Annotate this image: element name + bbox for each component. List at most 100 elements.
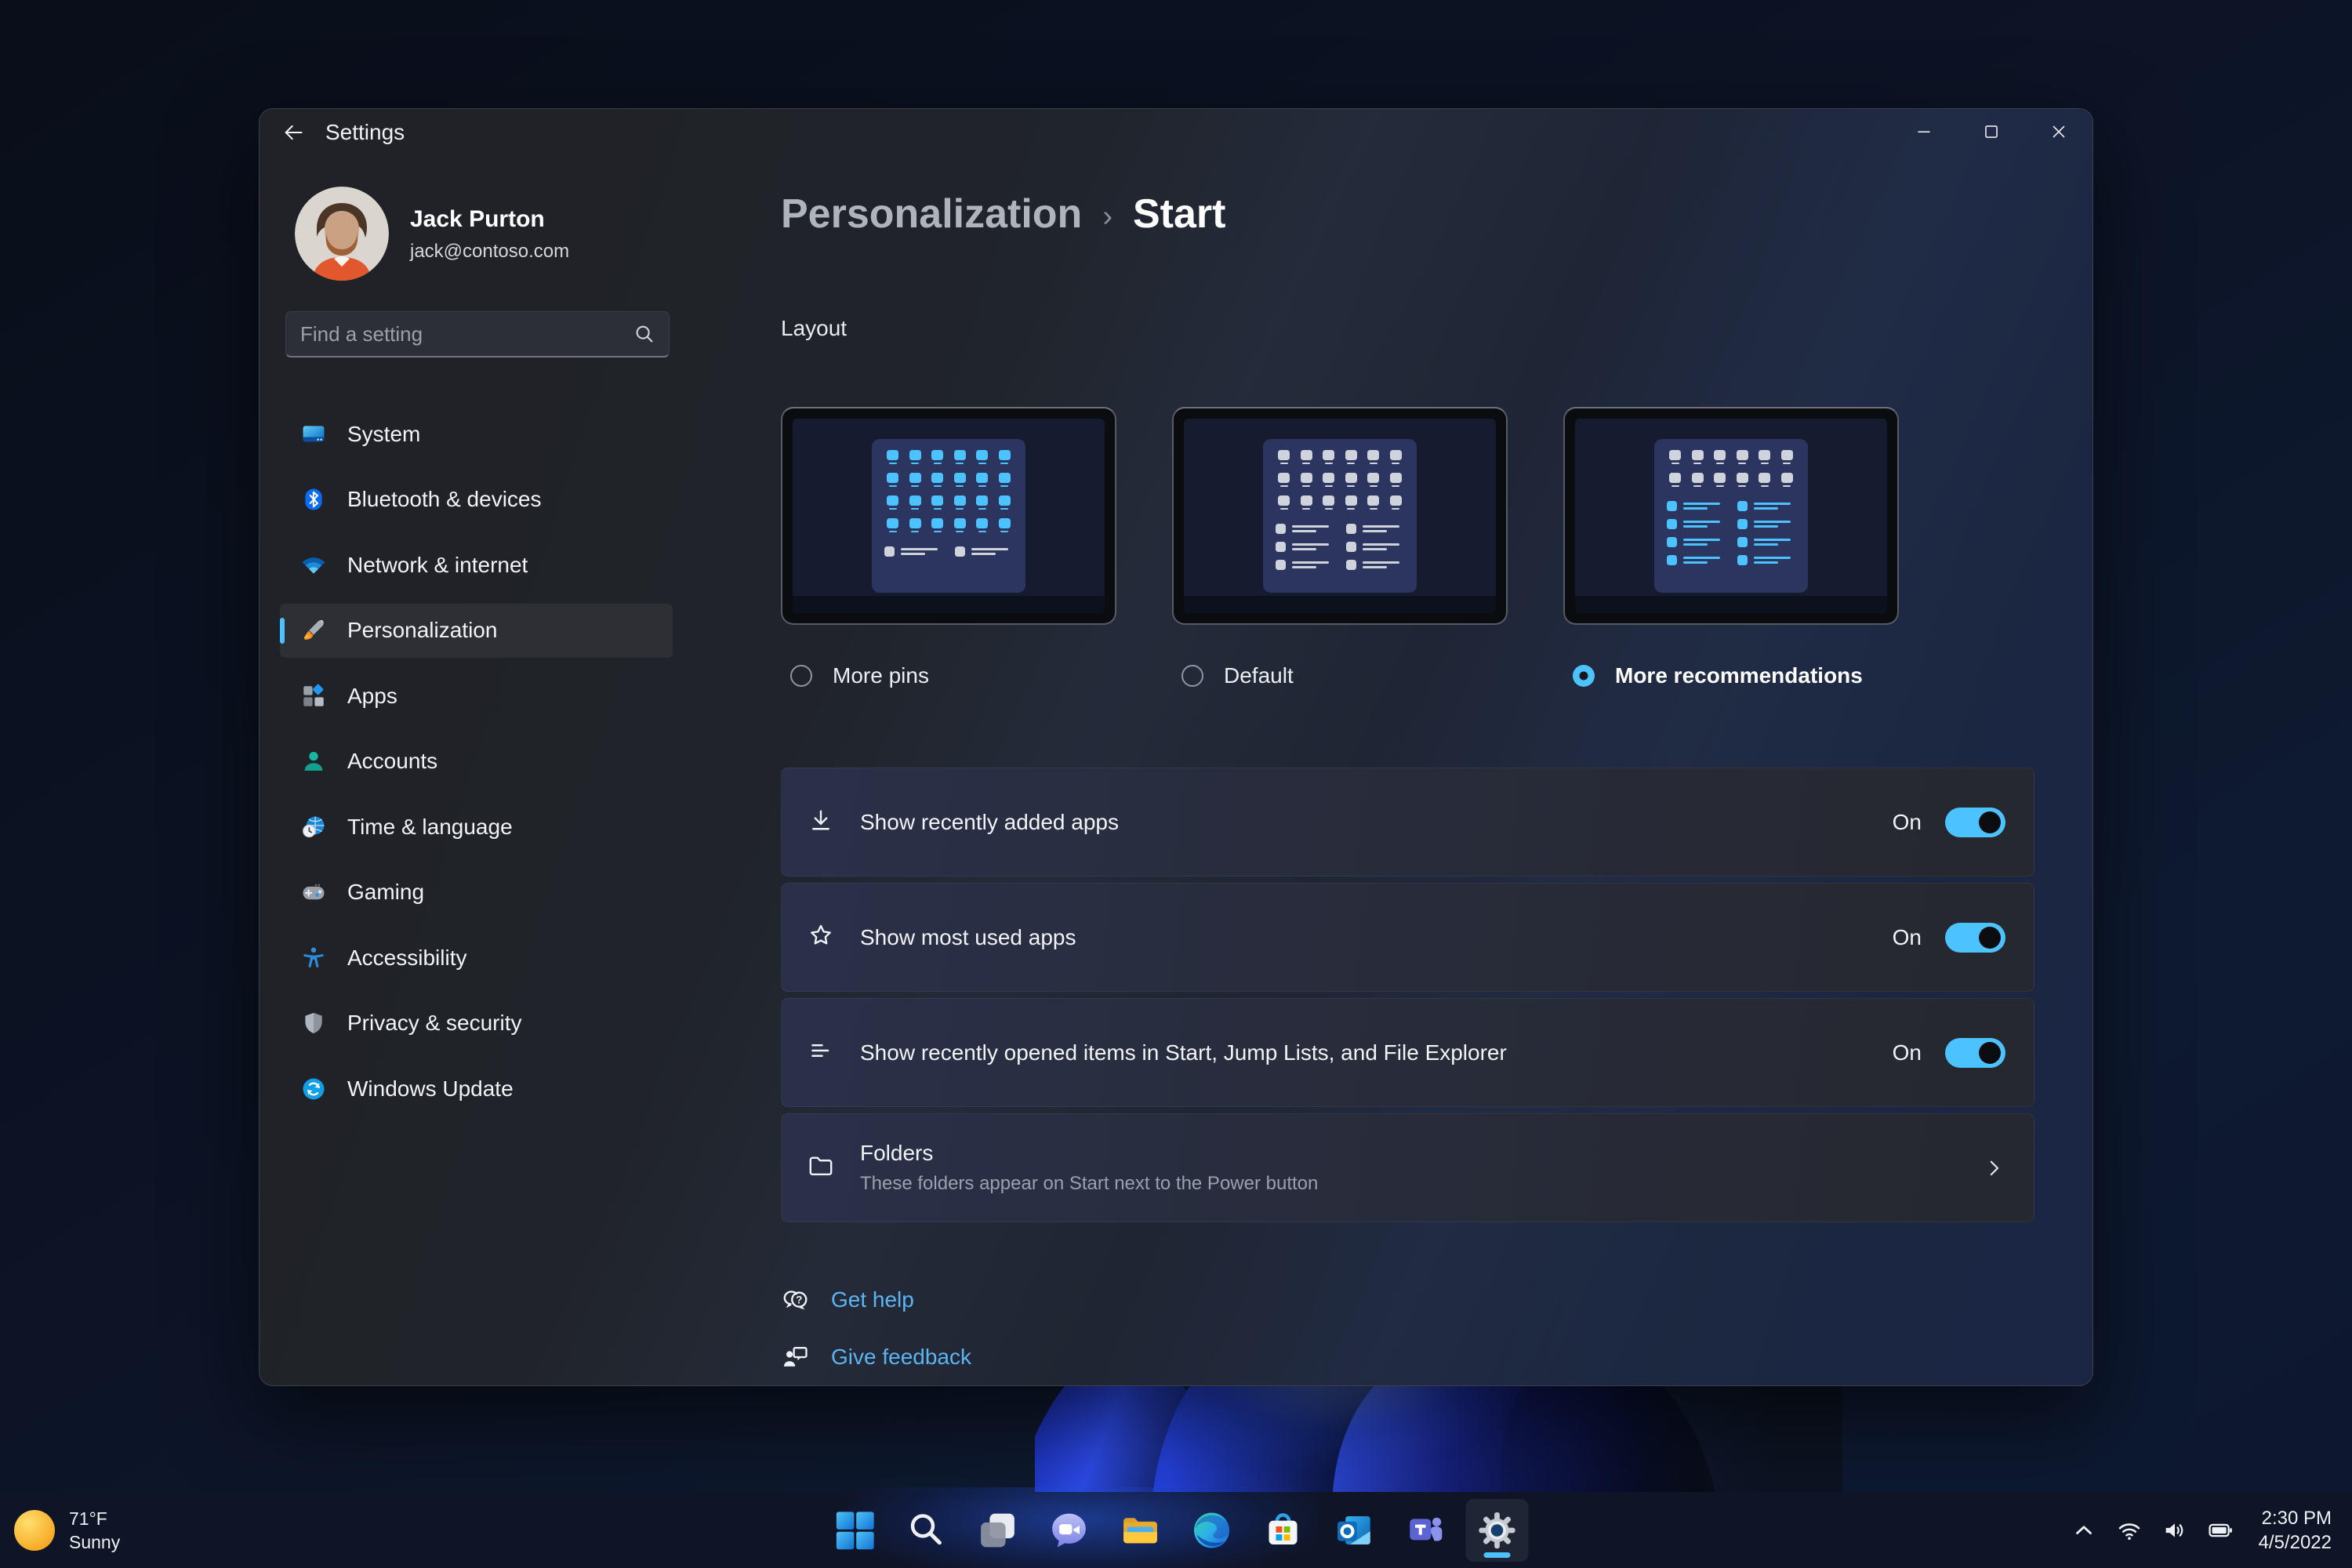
- avatar: [295, 187, 389, 281]
- pin-tile: [884, 495, 902, 513]
- back-arrow-icon: [285, 125, 303, 140]
- layout-preview-monitor[interactable]: [1563, 407, 1899, 625]
- sidebar-item-accounts[interactable]: Accounts: [280, 735, 673, 789]
- layout-options: More pins Default More recommendations: [781, 407, 1899, 688]
- toggle-switch[interactable]: [1945, 1037, 2005, 1068]
- sidebar-item-gaming[interactable]: Gaming: [280, 866, 673, 920]
- taskbar-teams-button[interactable]: [1395, 1499, 1457, 1562]
- clock[interactable]: 2:30 PM 4/5/2022: [2259, 1506, 2332, 1555]
- svg-text:?: ?: [796, 1294, 802, 1305]
- sidebar-item-accessibility[interactable]: Accessibility: [280, 931, 673, 985]
- layout-radio-row[interactable]: More pins: [781, 663, 1116, 688]
- taskbar-edge-button[interactable]: [1181, 1499, 1243, 1562]
- pin-tile: [1388, 495, 1405, 513]
- taskbar-start-button[interactable]: [824, 1499, 887, 1562]
- breadcrumb-parent[interactable]: Personalization: [781, 191, 1082, 238]
- taskbar-file-explorer-button[interactable]: [1109, 1499, 1172, 1562]
- breadcrumb-separator-icon: ›: [1102, 199, 1112, 233]
- layout-radio-row[interactable]: Default: [1172, 663, 1508, 688]
- recommended-item: [1276, 560, 1334, 570]
- minimize-button[interactable]: [1890, 109, 1958, 154]
- layout-option: Default: [1172, 407, 1508, 688]
- sidebar-item-privacy[interactable]: Privacy & security: [280, 996, 673, 1051]
- pin-tile: [1298, 473, 1316, 490]
- settings-window: Settings Jack Purton jack@contoso.com Fi…: [259, 108, 2093, 1386]
- pin-tile: [1320, 473, 1338, 490]
- radio-unselected[interactable]: [1181, 665, 1203, 687]
- recommended-item: [1737, 519, 1795, 529]
- weather-widget[interactable]: 71°F Sunny: [14, 1492, 120, 1568]
- tray-volume-icon[interactable]: [2161, 1517, 2188, 1544]
- settings-row-download: Show recently added apps On: [781, 768, 2034, 877]
- pin-tile: [996, 473, 1014, 490]
- taskbar-outlook-button[interactable]: [1323, 1499, 1386, 1562]
- tray-chevron-up-icon[interactable]: [2071, 1517, 2097, 1544]
- titlebar: Settings: [260, 109, 2092, 156]
- toggle-state-label: On: [1892, 1040, 1922, 1065]
- search-box: [285, 311, 670, 358]
- sidebar-item-windows-update[interactable]: Windows Update: [280, 1062, 673, 1116]
- layout-preview-monitor[interactable]: [1172, 407, 1508, 625]
- pin-tile: [907, 518, 924, 535]
- pin-tile: [952, 450, 969, 467]
- settings-row-recent-items: Show recently opened items in Start, Jum…: [781, 998, 2034, 1107]
- layout-radio-row[interactable]: More recommendations: [1563, 663, 1899, 688]
- task-view-icon: [977, 1509, 1019, 1552]
- layout-preview-monitor[interactable]: [781, 407, 1116, 625]
- feedback-icon: [781, 1342, 811, 1372]
- sidebar-item-label: Gaming: [347, 880, 425, 904]
- system-tray: 2:30 PM 4/5/2022: [2071, 1492, 2332, 1568]
- sidebar-item-label: Time & language: [347, 814, 513, 839]
- radio-unselected[interactable]: [790, 665, 812, 687]
- sidebar-item-label: Accessibility: [347, 945, 467, 970]
- maximize-button[interactable]: [1958, 109, 2025, 154]
- settings-row-label: Show most used apps: [860, 924, 1076, 949]
- settings-row-folder[interactable]: Folders These folders appear on Start nex…: [781, 1113, 2034, 1222]
- taskbar-chat-button[interactable]: [1038, 1499, 1101, 1562]
- pin-tile: [1779, 450, 1796, 467]
- pin-tile: [1365, 450, 1382, 467]
- sidebar-item-bluetooth[interactable]: Bluetooth & devices: [280, 473, 673, 527]
- taskbar-task-view-button[interactable]: [967, 1499, 1029, 1562]
- recommended-item: [1346, 542, 1404, 552]
- feedback-link[interactable]: Give feedback: [781, 1338, 971, 1377]
- toggle-switch[interactable]: [1945, 807, 2005, 837]
- sidebar-item-label: Accounts: [347, 749, 438, 773]
- desktop: Settings Jack Purton jack@contoso.com Fi…: [0, 0, 2352, 1568]
- start-menu-preview: [872, 439, 1025, 593]
- taskbar-store-button[interactable]: [1252, 1499, 1315, 1562]
- sidebar-item-system[interactable]: System: [280, 407, 673, 461]
- tray-wifi-icon[interactable]: [2116, 1517, 2143, 1544]
- back-button[interactable]: [275, 115, 311, 150]
- sidebar-item-personalization[interactable]: Personalization: [280, 603, 673, 658]
- pin-tile: [952, 495, 969, 513]
- search-input[interactable]: [286, 321, 633, 347]
- layout-option-label: More pins: [833, 663, 929, 688]
- recommended-item: [1737, 537, 1795, 547]
- sidebar-item-label: Privacy & security: [347, 1011, 522, 1035]
- sidebar-item-apps[interactable]: Apps: [280, 669, 673, 723]
- accessibility-icon: [300, 945, 327, 971]
- tray-battery-icon[interactable]: [2207, 1517, 2234, 1544]
- taskbar-search-button[interactable]: [895, 1499, 958, 1562]
- close-button[interactable]: [2025, 109, 2092, 154]
- taskbar-settings-button[interactable]: [1465, 1498, 1529, 1562]
- tray-date: 4/5/2022: [2258, 1531, 2332, 1553]
- get-help-link[interactable]: ? Get help: [781, 1280, 971, 1319]
- settings-rows: Show recently added apps On Show most used…: [781, 768, 2034, 1222]
- recommended-list: [884, 546, 1013, 557]
- search-icon[interactable]: [633, 322, 656, 346]
- sidebar-item-time-language[interactable]: Time & language: [280, 800, 673, 854]
- pin-tile: [1320, 450, 1338, 467]
- sidebar-item-network[interactable]: Network & internet: [280, 538, 673, 592]
- pin-tile: [929, 450, 946, 467]
- profile-name: Jack Purton: [410, 206, 545, 232]
- pin-tile: [1298, 495, 1316, 513]
- sidebar-item-label: Apps: [347, 683, 397, 708]
- recommended-list: [1276, 524, 1404, 570]
- radio-selected[interactable]: [1573, 665, 1595, 687]
- toggle-state-label: On: [1892, 924, 1922, 949]
- toggle-switch[interactable]: [1945, 922, 2005, 953]
- sidebar-item-label: System: [347, 421, 421, 446]
- time-language-icon: [300, 814, 327, 840]
